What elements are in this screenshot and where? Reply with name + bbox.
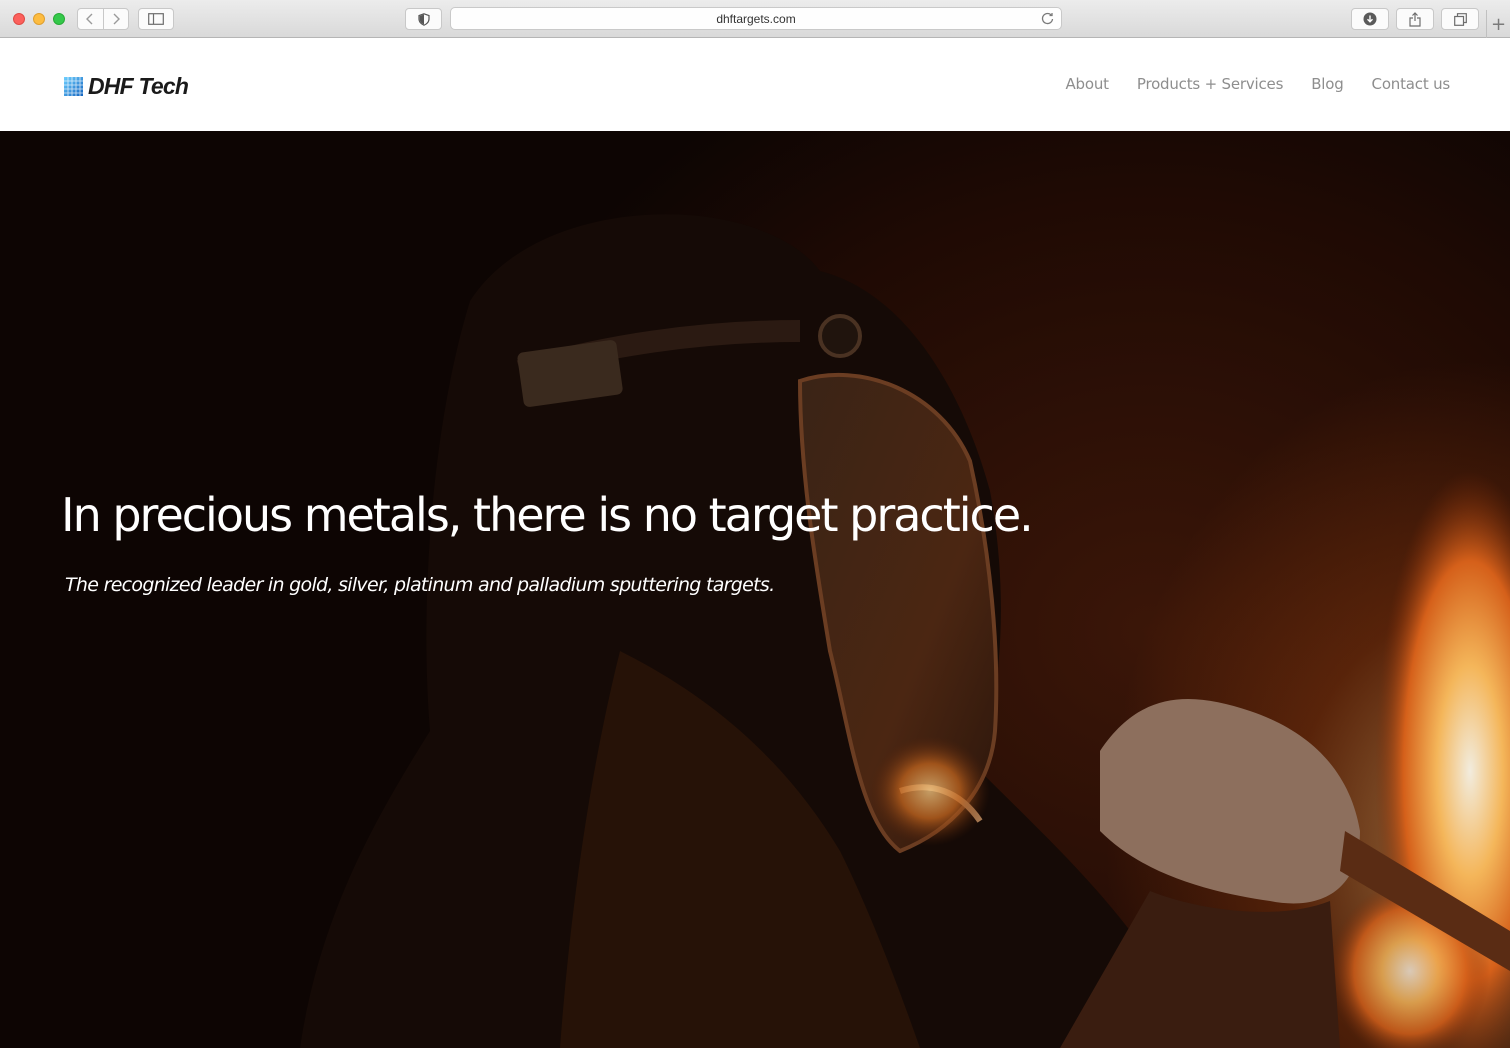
history-nav-group [77,8,129,30]
zoom-window-button[interactable] [53,13,65,25]
minimize-window-button[interactable] [33,13,45,25]
url-text: dhftargets.com [716,11,796,26]
tabs-icon [1453,12,1467,26]
back-icon [86,13,93,25]
download-icon [1363,12,1377,26]
address-bar[interactable]: dhftargets.com [450,7,1062,30]
forward-icon [113,13,120,25]
sidebar-toggle-button[interactable] [138,8,174,30]
back-button[interactable] [78,9,103,29]
logo-grid-icon [64,77,83,96]
new-tab-button[interactable]: + [1486,10,1510,38]
close-window-button[interactable] [13,13,25,25]
downloads-button[interactable] [1351,8,1389,30]
hero-headline: In precious metals, there is no target p… [61,488,1034,542]
hero-section: In precious metals, there is no target p… [0,131,1510,1048]
main-navigation: About Products + Services Blog Contact u… [1066,75,1451,93]
nav-link-contact[interactable]: Contact us [1372,75,1451,93]
logo-text: DHF Tech [88,73,189,99]
nav-link-blog[interactable]: Blog [1311,75,1344,93]
plus-icon: + [1490,13,1507,35]
nav-link-about[interactable]: About [1066,75,1110,93]
browser-toolbar: dhftargets.com + [0,0,1510,38]
privacy-report-button[interactable] [405,8,442,30]
shield-icon [417,12,430,26]
share-button[interactable] [1396,8,1434,30]
forward-button[interactable] [104,9,129,29]
sidebar-icon [148,13,164,25]
tab-overview-button[interactable] [1441,8,1479,30]
reload-icon[interactable] [1040,11,1055,26]
site-header: DHF Tech About Products + Services Blog … [0,39,1510,131]
nav-link-products-services[interactable]: Products + Services [1137,75,1284,93]
hero-subheadline: The recognized leader in gold, silver, p… [65,574,775,596]
share-icon [1409,11,1421,27]
site-logo[interactable]: DHF Tech [64,73,189,100]
